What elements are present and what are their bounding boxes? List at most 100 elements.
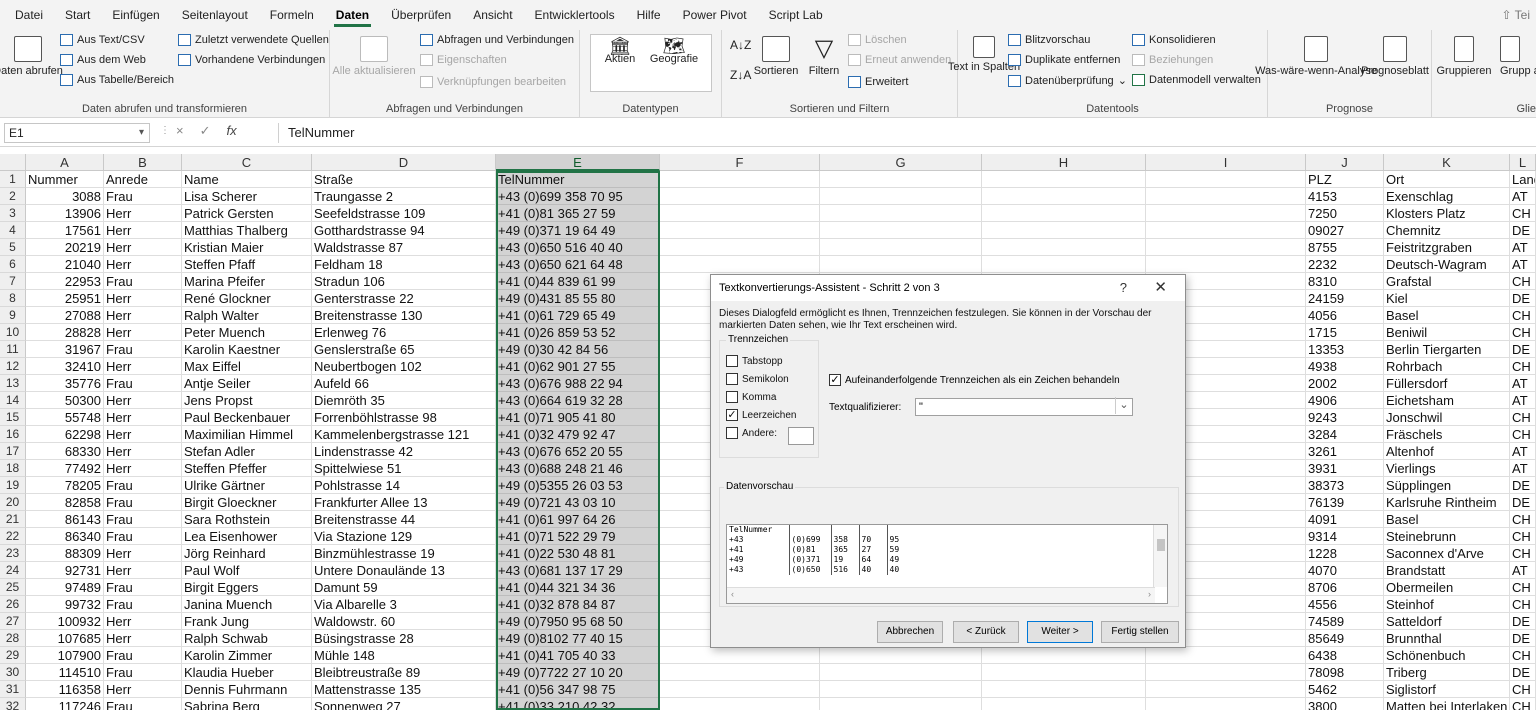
cell[interactable]: Matthias Thalberg (182, 222, 312, 239)
cell[interactable]: Herr (104, 545, 182, 562)
row-header[interactable]: 20 (0, 494, 26, 511)
cell[interactable]: Jens Propst (182, 392, 312, 409)
tab-einfügen[interactable]: Einfügen (101, 0, 170, 30)
cell[interactable]: 7250 (1306, 205, 1384, 222)
cell[interactable]: 68330 (26, 443, 104, 460)
textqualifizierer-select[interactable]: " (915, 397, 1133, 416)
row-header[interactable]: 1 (0, 171, 26, 188)
cell[interactable]: Lea Eisenhower (182, 528, 312, 545)
row-header[interactable]: 25 (0, 579, 26, 596)
cell[interactable]: Mattenstrasse 135 (312, 681, 496, 698)
cell[interactable]: CH (1510, 698, 1536, 710)
cell[interactable]: Siglistorf (1384, 681, 1510, 698)
cell[interactable] (1146, 664, 1306, 681)
cell[interactable]: Sabrina Berg (182, 698, 312, 710)
cell[interactable]: Herr (104, 562, 182, 579)
cell[interactable]: 114510 (26, 664, 104, 681)
row-header[interactable]: 22 (0, 528, 26, 545)
cell[interactable]: Aufeld 66 (312, 375, 496, 392)
cell[interactable]: 50300 (26, 392, 104, 409)
cell[interactable]: Frau (104, 698, 182, 710)
cell[interactable]: Klaudia Hueber (182, 664, 312, 681)
cell[interactable]: Triberg (1384, 664, 1510, 681)
row-header[interactable]: 32 (0, 698, 26, 710)
cell[interactable]: Jonschwil (1384, 409, 1510, 426)
cell[interactable] (1146, 256, 1306, 273)
column-header[interactable]: F (660, 154, 820, 171)
duplikate-entfernen-button[interactable]: Duplikate entfernen (1008, 54, 1120, 66)
cell[interactable]: 4938 (1306, 358, 1384, 375)
cell[interactable]: +43 (0)699 358 70 95 (496, 188, 660, 205)
cell[interactable] (660, 647, 820, 664)
cell[interactable]: Berlin Tiergarten (1384, 341, 1510, 358)
cell[interactable]: Herr (104, 409, 182, 426)
cell[interactable]: Land (1510, 171, 1536, 188)
cell[interactable]: 3088 (26, 188, 104, 205)
cell[interactable] (660, 681, 820, 698)
cell[interactable]: 21040 (26, 256, 104, 273)
close-icon[interactable]: ✕ (1154, 275, 1167, 301)
cell[interactable]: Herr (104, 630, 182, 647)
cell[interactable]: 86143 (26, 511, 104, 528)
cell[interactable]: AT (1510, 239, 1536, 256)
row-header[interactable]: 30 (0, 664, 26, 681)
cell[interactable]: Herr (104, 307, 182, 324)
tab-entwicklertools[interactable]: Entwicklertools (524, 0, 626, 30)
cell[interactable]: Damunt 59 (312, 579, 496, 596)
cell[interactable]: DE (1510, 341, 1536, 358)
cell[interactable]: Feldham 18 (312, 256, 496, 273)
datenmodell-button[interactable]: Datenmodell verwalten (1132, 74, 1261, 86)
andere-input[interactable] (788, 427, 814, 445)
row-header[interactable]: 7 (0, 273, 26, 290)
cell[interactable] (820, 698, 982, 710)
cell[interactable]: Herr (104, 205, 182, 222)
column-header[interactable]: L (1510, 154, 1536, 171)
cell[interactable]: Herr (104, 222, 182, 239)
cell[interactable]: Brandstatt (1384, 562, 1510, 579)
cell[interactable]: 76139 (1306, 494, 1384, 511)
abfragen-verbindungen-button[interactable]: Abfragen und Verbindungen (420, 34, 574, 46)
cell[interactable]: 74589 (1306, 613, 1384, 630)
cell[interactable]: 117246 (26, 698, 104, 710)
cell[interactable]: 116358 (26, 681, 104, 698)
cell[interactable] (660, 171, 820, 188)
cell[interactable]: CH (1510, 307, 1536, 324)
cell[interactable]: Neubertbogen 102 (312, 358, 496, 375)
cell[interactable] (660, 256, 820, 273)
cell[interactable]: +43 (0)688 248 21 46 (496, 460, 660, 477)
cell[interactable]: +41 (0)32 479 92 47 (496, 426, 660, 443)
cell[interactable]: Waldowstr. 60 (312, 613, 496, 630)
column-header[interactable]: K (1384, 154, 1510, 171)
cell[interactable]: Seefeldstrasse 109 (312, 205, 496, 222)
aus-text-csv-button[interactable]: Aus Text/CSV (60, 34, 145, 46)
tab-hilfe[interactable]: Hilfe (626, 0, 672, 30)
scroll-left-icon[interactable]: ‹ (731, 589, 734, 599)
cell[interactable]: Stefan Adler (182, 443, 312, 460)
cell[interactable]: Herr (104, 324, 182, 341)
cell[interactable]: Deutsch-Wagram (1384, 256, 1510, 273)
cell[interactable] (1146, 698, 1306, 710)
cell[interactable] (660, 664, 820, 681)
cell[interactable]: CH (1510, 409, 1536, 426)
cell[interactable]: 38373 (1306, 477, 1384, 494)
cell[interactable]: Sara Rothstein (182, 511, 312, 528)
cell[interactable] (820, 256, 982, 273)
cell[interactable]: 27088 (26, 307, 104, 324)
cell[interactable]: Saconnex d'Arve (1384, 545, 1510, 562)
horizontal-scrollbar[interactable]: ‹ › (727, 587, 1155, 603)
cell[interactable]: +43 (0)650 516 40 40 (496, 239, 660, 256)
cell[interactable]: +43 (0)664 619 32 28 (496, 392, 660, 409)
cell[interactable]: Frau (104, 664, 182, 681)
cell[interactable]: DE (1510, 630, 1536, 647)
cell[interactable]: +49 (0)721 43 03 10 (496, 494, 660, 511)
cell[interactable]: +49 (0)5355 26 03 53 (496, 477, 660, 494)
cell[interactable]: Gotthardstrasse 94 (312, 222, 496, 239)
cell[interactable]: Steffen Pfeffer (182, 460, 312, 477)
cell[interactable]: Karolin Zimmer (182, 647, 312, 664)
tab-überprüfen[interactable]: Überprüfen (380, 0, 462, 30)
cell[interactable]: Via Albarelle 3 (312, 596, 496, 613)
cell[interactable] (1146, 222, 1306, 239)
cell[interactable]: Herr (104, 290, 182, 307)
scroll-right-icon[interactable]: › (1148, 589, 1151, 599)
row-header[interactable]: 29 (0, 647, 26, 664)
